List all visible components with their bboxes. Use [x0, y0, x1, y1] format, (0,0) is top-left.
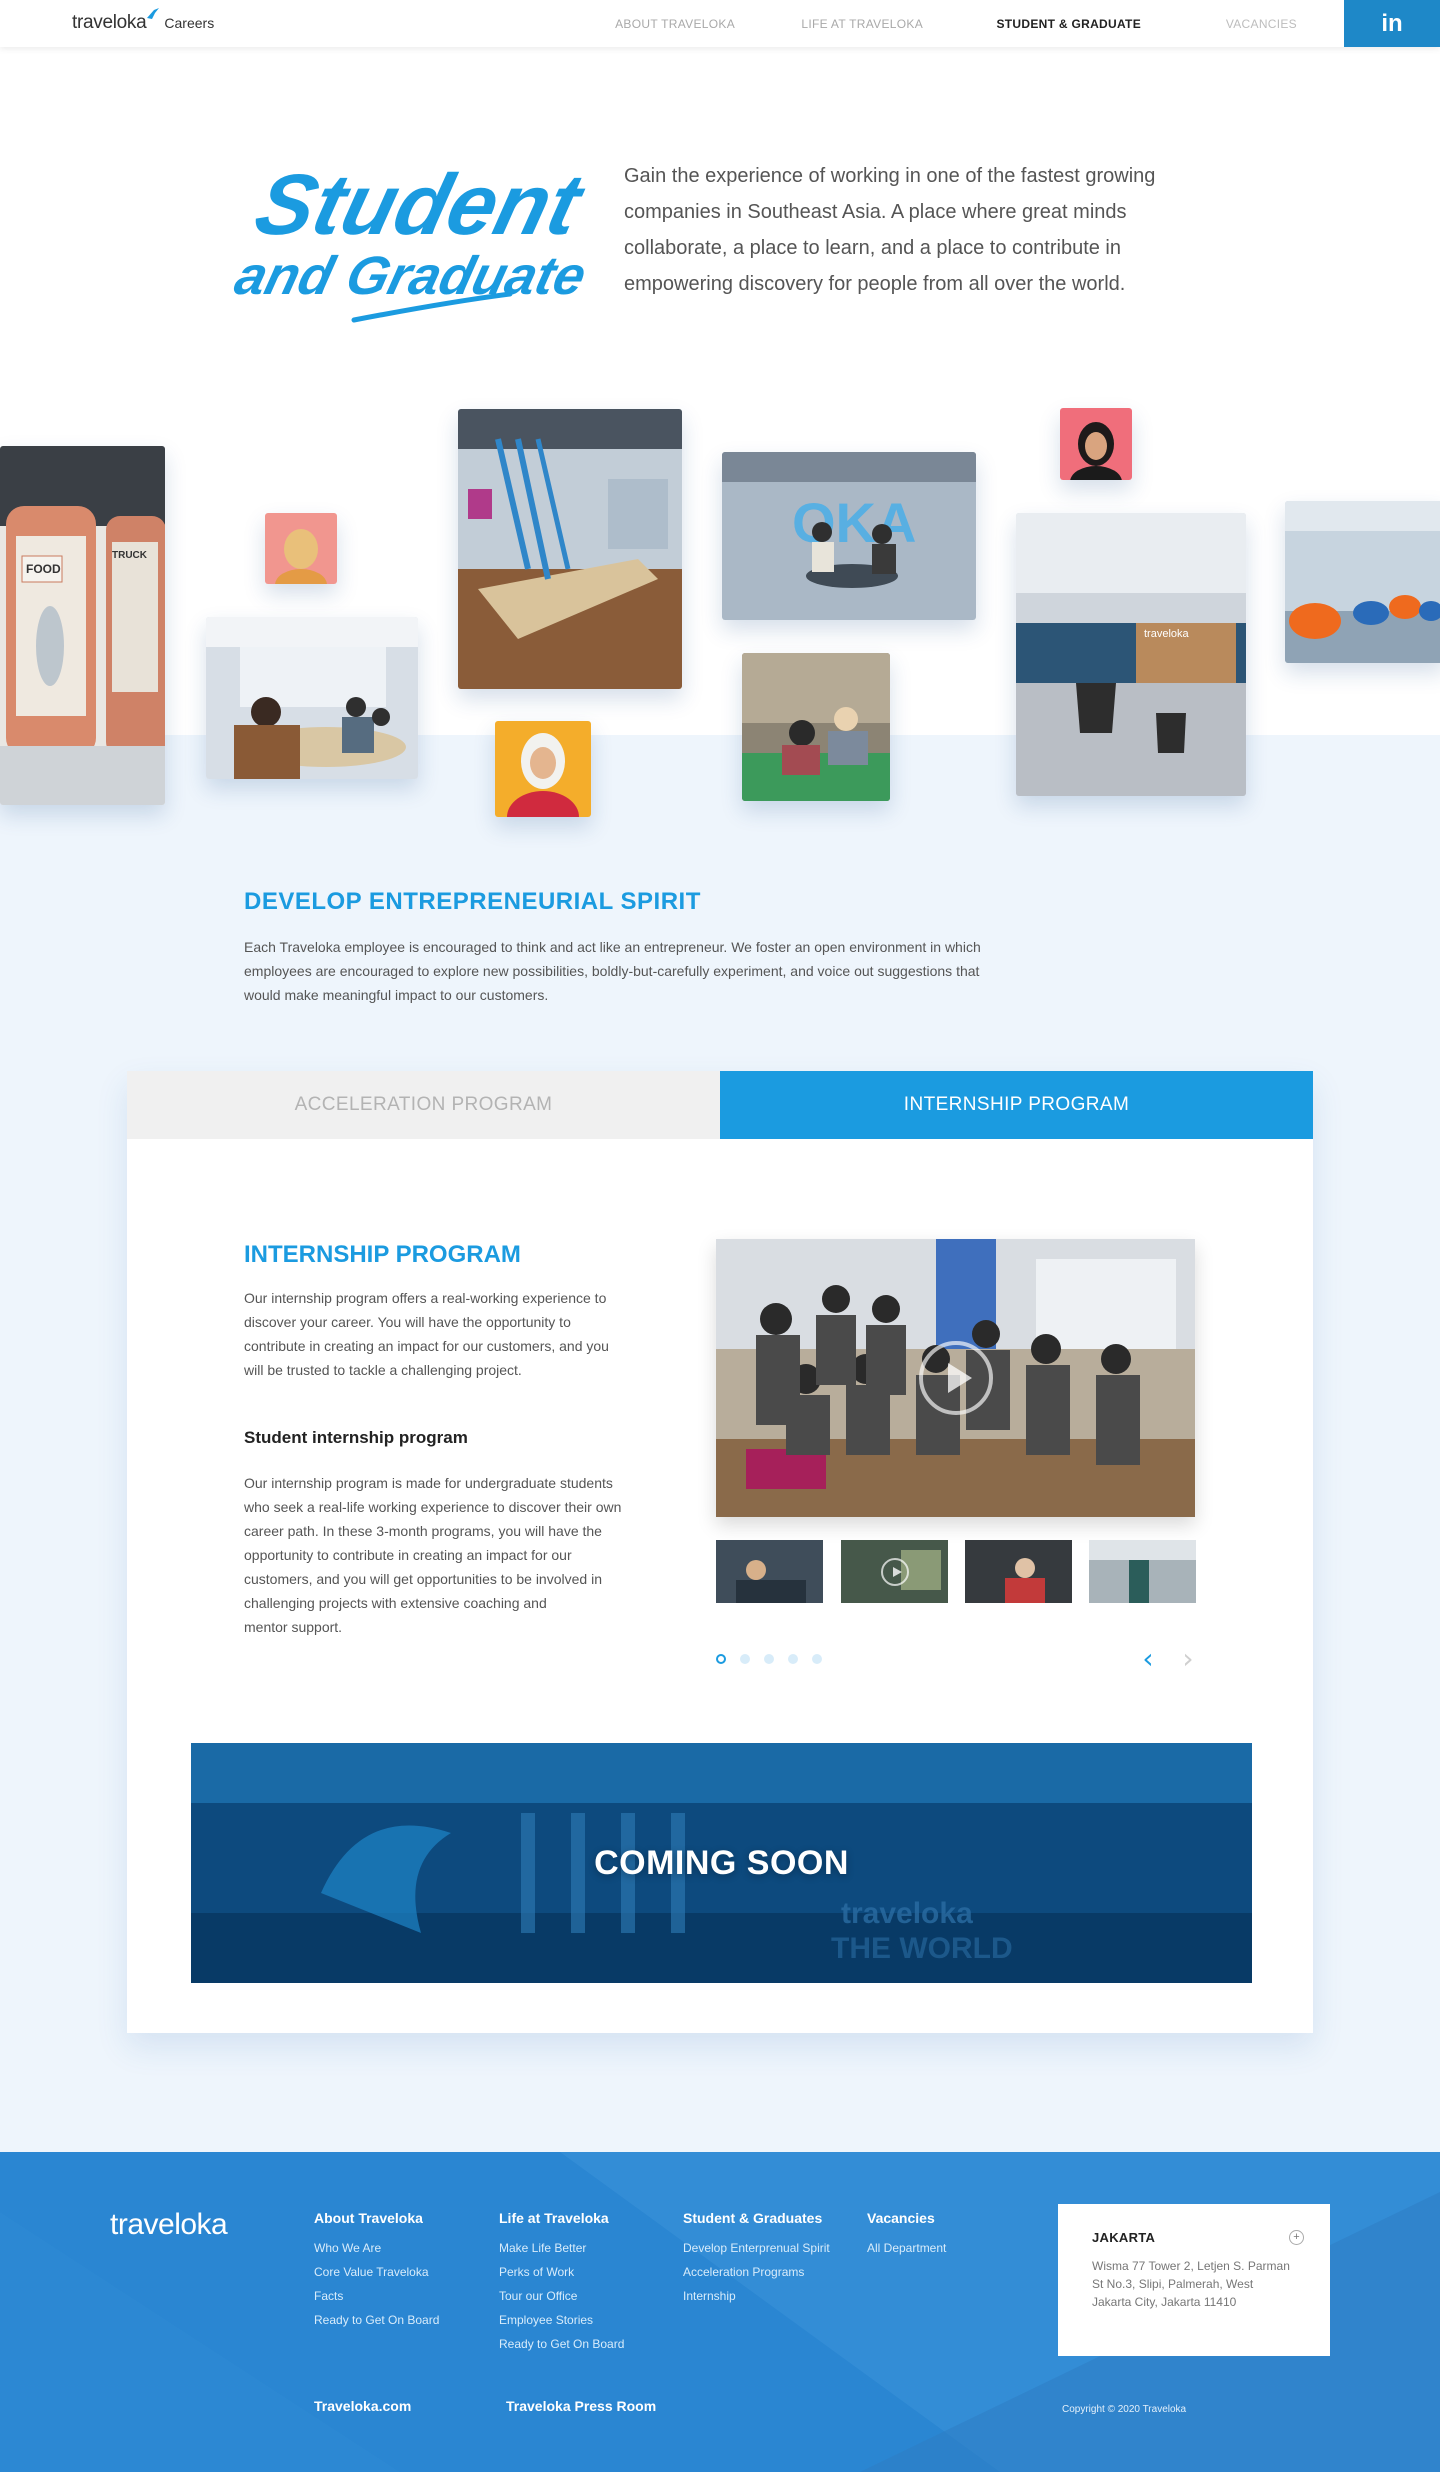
- chevron-left-icon[interactable]: ‹: [1135, 1645, 1161, 1673]
- coming-soon-text: COMING SOON: [594, 1843, 849, 1882]
- program-video[interactable]: [716, 1239, 1195, 1517]
- thumbnail-play-icon: [880, 1557, 909, 1586]
- hero-title: Student and Graduate: [229, 156, 588, 323]
- student-internship-text: Our internship program is made for under…: [244, 1471, 624, 1639]
- footer-link-perks[interactable]: Perks of Work: [499, 2260, 624, 2284]
- hero-title-line1: Student: [246, 156, 588, 253]
- footer-link-internship[interactable]: Internship: [683, 2284, 830, 2308]
- footer-column-title: Student & Graduates: [683, 2210, 823, 2226]
- nav-student-graduate[interactable]: STUDENT & GRADUATE: [996, 17, 1141, 31]
- footer-column-about: About Traveloka Who We Are Core Value Tr…: [314, 2210, 439, 2332]
- play-icon[interactable]: [918, 1341, 993, 1415]
- video-thumbnail-3[interactable]: [965, 1540, 1072, 1603]
- photo-office-reception: traveloka: [1016, 513, 1246, 796]
- svg-text:OKA: OKA: [792, 491, 916, 554]
- svg-text:traveloka: traveloka: [1144, 628, 1190, 640]
- video-thumbnail-4[interactable]: [1089, 1540, 1196, 1603]
- chevron-right-icon[interactable]: ›: [1175, 1645, 1201, 1673]
- footer-link-make-life-better[interactable]: Make Life Better: [499, 2236, 624, 2260]
- carousel-dot-2[interactable]: [740, 1654, 750, 1664]
- plus-icon[interactable]: +: [1289, 2230, 1304, 2245]
- footer-link-entrepreneurial-spirit[interactable]: Develop Enterprenual Spirit: [683, 2236, 830, 2260]
- spirit-text: Each Traveloka employee is encouraged to…: [244, 939, 981, 1003]
- nav-vacancies[interactable]: VACANCIES: [1226, 17, 1297, 31]
- svg-text:FOOD: FOOD: [26, 562, 61, 576]
- hero-title-line2: and Graduate: [229, 245, 588, 306]
- site-header: traveloka Careers ABOUT TRAVELOKA LIFE A…: [0, 0, 1440, 47]
- photo-traveloka-lobby: OKA: [722, 452, 976, 620]
- svg-text:TRUCK: TRUCK: [112, 550, 148, 561]
- footer-link-tour-office[interactable]: Tour our Office: [499, 2284, 624, 2308]
- photo-employee-headphones: [265, 513, 337, 584]
- tab-internship-program[interactable]: INTERNSHIP PROGRAM: [720, 1071, 1313, 1139]
- footer-link-facts[interactable]: Facts: [314, 2284, 439, 2308]
- video-thumbnail-2[interactable]: [841, 1540, 948, 1603]
- site-footer: traveloka About Traveloka Who We Are Cor…: [0, 2152, 1440, 2472]
- carousel-dot-5[interactable]: [812, 1654, 822, 1664]
- linkedin-icon[interactable]: in: [1344, 0, 1440, 47]
- photo-employee-smiling: [1060, 408, 1132, 480]
- brand-logo[interactable]: traveloka Careers: [72, 8, 215, 34]
- footer-link-who-we-are[interactable]: Who We Are: [314, 2236, 439, 2260]
- footer-link-ready-to-board[interactable]: Ready to Get On Board: [499, 2332, 624, 2356]
- footer-link-ready-to-board[interactable]: Ready to Get On Board: [314, 2308, 439, 2332]
- student-internship-body: Our internship program is made for under…: [244, 1475, 622, 1611]
- footer-column-title: Vacancies: [867, 2210, 935, 2226]
- footer-link-press-room[interactable]: Traveloka Press Room: [506, 2398, 656, 2414]
- coming-soon-banner: traveloka THE WORLD COMING SOON: [191, 1743, 1252, 1983]
- program-description: Our internship program offers a real-wor…: [244, 1290, 609, 1378]
- student-internship-end: mentor support.: [244, 1619, 343, 1635]
- footer-logo[interactable]: traveloka: [110, 2208, 228, 2242]
- office-address: Wisma 77 Tower 2, Letjen S. Parman St No…: [1092, 2259, 1290, 2309]
- video-thumbnail-1[interactable]: [716, 1540, 823, 1603]
- footer-column-title: Life at Traveloka: [499, 2210, 609, 2226]
- bird-logo-icon: [147, 8, 160, 19]
- carousel-dot-3[interactable]: [764, 1654, 774, 1664]
- carousel-dot-1[interactable]: [716, 1654, 726, 1664]
- program-card: ACCELERATION PROGRAM INTERNSHIP PROGRAM …: [127, 1071, 1313, 2033]
- footer-link-acceleration[interactable]: Acceleration Programs: [683, 2260, 830, 2284]
- photo-office-long-table: [458, 409, 682, 689]
- student-internship-heading: Student internship program: [244, 1428, 468, 1447]
- footer-column-title: About Traveloka: [314, 2210, 423, 2226]
- nav-about-traveloka[interactable]: ABOUT TRAVELOKA: [615, 17, 735, 31]
- footer-link-traveloka-com[interactable]: Traveloka.com: [314, 2398, 411, 2414]
- spirit-heading: DEVELOP ENTREPRENEURIAL SPIRIT: [244, 888, 701, 915]
- photo-meeting-room: [206, 617, 418, 779]
- photo-lounge-beanbags: [1285, 501, 1440, 663]
- brand-wordmark: traveloka: [72, 12, 147, 33]
- carousel-pagination: [716, 1654, 822, 1664]
- footer-link-all-department[interactable]: All Department: [867, 2236, 946, 2260]
- footer-column-vacancies: Vacancies All Department: [867, 2210, 946, 2260]
- footer-link-core-value[interactable]: Core Value Traveloka: [314, 2260, 439, 2284]
- copyright-text: Copyright © 2020 Traveloka: [1062, 2404, 1187, 2415]
- office-city: JAKARTA: [1092, 2230, 1156, 2245]
- office-card: JAKARTA Wisma 77 Tower 2, Letjen S. Parm…: [1058, 2204, 1330, 2356]
- hero-intro: Gain the experience of working in one of…: [624, 165, 1156, 295]
- brand-careers: Careers: [164, 15, 215, 31]
- footer-link-employee-stories[interactable]: Employee Stories: [499, 2308, 624, 2332]
- nav-life-at-traveloka[interactable]: LIFE AT TRAVELOKA: [801, 17, 923, 31]
- photo-employee-hijab: [495, 721, 591, 817]
- photo-team-playing: [742, 653, 890, 801]
- footer-column-life: Life at Traveloka Make Life Better Perks…: [499, 2210, 624, 2356]
- tab-acceleration-program[interactable]: ACCELERATION PROGRAM: [127, 1071, 720, 1139]
- footer-column-students: Student & Graduates Develop Enterprenual…: [683, 2210, 830, 2308]
- photo-food-truck: FOOD TRUCK: [0, 446, 165, 805]
- program-heading: INTERNSHIP PROGRAM: [244, 1241, 521, 1268]
- carousel-dot-4[interactable]: [788, 1654, 798, 1664]
